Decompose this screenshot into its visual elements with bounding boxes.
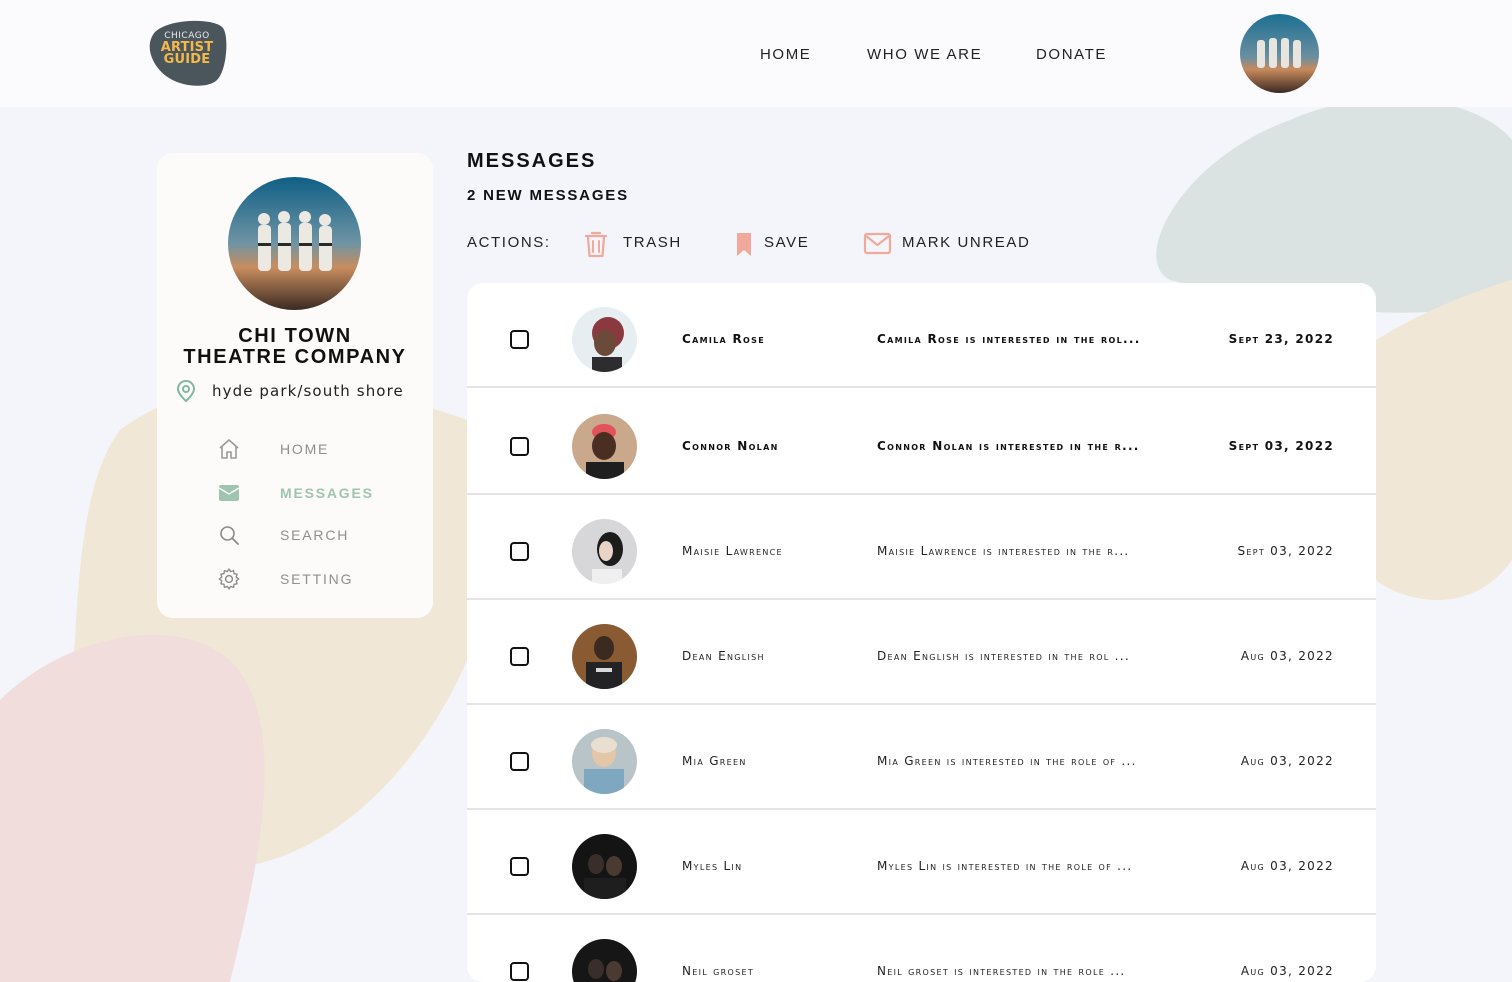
chicago-artist-guide-logo[interactable]: CHICAGO ARTIST GUIDE <box>145 20 227 87</box>
message-checkbox[interactable] <box>510 752 529 771</box>
user-avatar[interactable] <box>1240 14 1319 93</box>
profile-card: CHI TOWN THEATRE COMPANY hyde park/south… <box>157 153 433 618</box>
sender-name: Myles Lin <box>682 859 743 873</box>
message-checkbox[interactable] <box>510 330 529 349</box>
sender-avatar <box>572 939 637 982</box>
message-row[interactable]: Myles Lin Myles Lin is interested in the… <box>467 810 1376 915</box>
page-title: MESSAGES <box>467 150 597 172</box>
mark-unread-button[interactable]: MARK UNREAD <box>863 230 1053 258</box>
sender-name: Connor Nolan <box>682 439 779 453</box>
company-avatar <box>228 177 361 310</box>
message-date: Sept 03, 2022 <box>1228 439 1334 453</box>
sender-name: Neil groset <box>682 964 755 978</box>
message-date: Aug 03, 2022 <box>1240 859 1334 873</box>
message-preview: Dean English is interested in the rol ..… <box>877 649 1131 663</box>
sidebar-item-label: HOME <box>280 441 330 457</box>
message-preview: Maisie Lawrence is interested in the r..… <box>877 544 1130 558</box>
sidebar-item-setting[interactable]: SETTING <box>217 567 417 593</box>
nav-who-we-are-link[interactable]: WHO WE ARE <box>867 46 982 63</box>
message-date: Aug 03, 2022 <box>1240 964 1334 978</box>
message-row[interactable]: Dean English Dean English is interested … <box>467 600 1376 705</box>
actions-label: ACTIONS: <box>467 234 551 251</box>
message-checkbox[interactable] <box>510 437 529 456</box>
home-icon <box>219 439 239 459</box>
actions-bar: ACTIONS: TRASH SAVE MARK UNREAD <box>467 230 1087 258</box>
new-messages-count: 2 NEW MESSAGES <box>467 187 629 204</box>
top-header: CHICAGO ARTIST GUIDE HOME WHO WE ARE DON… <box>0 0 1512 107</box>
mail-icon <box>218 485 240 501</box>
gear-icon <box>218 568 240 590</box>
trash-label: TRASH <box>623 234 682 251</box>
message-date: Sept 23, 2022 <box>1228 332 1334 346</box>
save-label: SAVE <box>764 234 810 251</box>
sidebar-item-search[interactable]: SEARCH <box>217 523 417 549</box>
sender-avatar <box>572 834 637 899</box>
sender-name: Dean English <box>682 649 765 663</box>
message-checkbox[interactable] <box>510 857 529 876</box>
message-checkbox[interactable] <box>510 647 529 666</box>
message-date: Aug 03, 2022 <box>1240 754 1334 768</box>
company-location: hyde park/south shore <box>175 379 425 403</box>
location-pin-icon <box>176 379 196 403</box>
message-preview: Camila Rose is interested in the rol... <box>877 332 1141 346</box>
message-date: Aug 03, 2022 <box>1240 649 1334 663</box>
green-blob <box>1156 98 1512 313</box>
sender-name: Maisie Lawrence <box>682 544 783 558</box>
message-preview: Myles Lin is interested in the role of .… <box>877 859 1133 873</box>
beige-blob-right <box>1376 280 1512 600</box>
bookmark-icon <box>737 233 751 256</box>
message-preview: Neil groset is interested in the role ..… <box>877 964 1126 978</box>
message-preview: Mia Green is interested in the role of .… <box>877 754 1137 768</box>
sidebar-item-label: SETTING <box>280 571 354 587</box>
envelope-icon <box>863 232 892 255</box>
message-date: Sept 03, 2022 <box>1237 544 1334 558</box>
company-name-line2: THEATRE COMPANY <box>183 346 407 368</box>
sender-avatar <box>572 414 637 479</box>
logo-line3: GUIDE <box>163 52 211 67</box>
message-row[interactable]: Camila Rose Camila Rose is interested in… <box>467 283 1376 388</box>
message-row[interactable]: Neil groset Neil groset is interested in… <box>467 915 1376 982</box>
company-name-line1: CHI TOWN <box>238 325 352 347</box>
sidebar-item-home[interactable]: HOME <box>217 437 417 463</box>
message-preview: Connor Nolan is interested in the r... <box>877 439 1140 453</box>
message-checkbox[interactable] <box>510 542 529 561</box>
logo-text: CHICAGO ARTIST GUIDE <box>145 30 229 66</box>
sender-name: Mia Green <box>682 754 747 768</box>
mark-unread-label: MARK UNREAD <box>902 234 1031 251</box>
message-checkbox[interactable] <box>510 962 529 981</box>
avatar-photo <box>1240 14 1319 93</box>
sender-avatar <box>572 729 637 794</box>
trash-icon <box>584 231 608 258</box>
message-row[interactable]: Mia Green Mia Green is interested in the… <box>467 705 1376 810</box>
trash-button[interactable]: TRASH <box>583 230 683 258</box>
sidebar-item-messages[interactable]: MESSAGES <box>217 481 417 507</box>
company-name: CHI TOWN THEATRE COMPANY <box>157 326 433 368</box>
nav-donate-link[interactable]: DONATE <box>1036 46 1107 63</box>
message-row[interactable]: Connor Nolan Connor Nolan is interested … <box>467 390 1376 495</box>
sidebar-item-label: MESSAGES <box>280 485 374 501</box>
save-button[interactable]: SAVE <box>735 230 815 258</box>
pink-blob <box>0 634 265 982</box>
nav-home-link[interactable]: HOME <box>760 46 811 63</box>
sender-name: Camila Rose <box>682 332 765 346</box>
sidebar-item-label: SEARCH <box>280 527 350 543</box>
location-text: hyde park/south shore <box>212 382 404 400</box>
messages-list: Camila Rose Camila Rose is interested in… <box>467 283 1376 982</box>
message-row[interactable]: Maisie Lawrence Maisie Lawrence is inter… <box>467 495 1376 600</box>
search-icon <box>220 526 239 545</box>
sender-avatar <box>572 519 637 584</box>
sender-avatar <box>572 624 637 689</box>
company-photo <box>228 177 361 310</box>
sender-avatar <box>572 307 637 372</box>
